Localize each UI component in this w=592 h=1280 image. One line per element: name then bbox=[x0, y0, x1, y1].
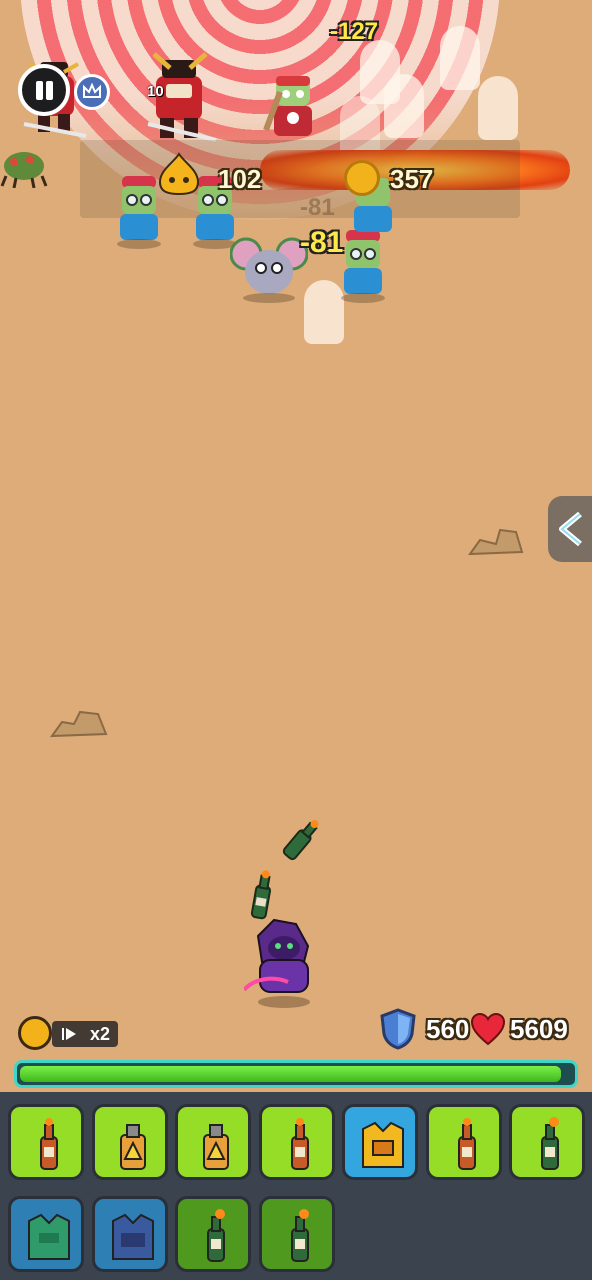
green-fire-bottle-icon bbox=[290, 1209, 309, 1262]
inventory-slot[interactable] bbox=[175, 1196, 251, 1272]
hazard-canister-icon bbox=[203, 1124, 229, 1170]
inventory-slot[interactable] bbox=[8, 1104, 84, 1180]
slime-count: 102 bbox=[218, 164, 262, 194]
molotov-bottle-icon bbox=[40, 1118, 58, 1170]
hazard-canister-icon bbox=[119, 1124, 146, 1170]
health-value: 5609 bbox=[510, 1014, 568, 1044]
spider-enemy bbox=[0, 152, 48, 188]
shield-icon bbox=[380, 1008, 416, 1050]
shield-value: 560 bbox=[426, 1014, 470, 1044]
ghost-enemy bbox=[440, 26, 480, 90]
timer-icon bbox=[18, 1016, 52, 1050]
inventory-panel bbox=[0, 1092, 592, 1280]
slime-icon bbox=[158, 152, 200, 196]
ghost-enemy bbox=[478, 76, 518, 140]
damage-number: -81 bbox=[300, 194, 335, 221]
green-armor-vest-icon bbox=[28, 1213, 70, 1260]
crown-coin-icon bbox=[344, 160, 380, 196]
crown-icon[interactable] bbox=[74, 74, 110, 110]
rock bbox=[50, 710, 108, 738]
speed-label: x2 bbox=[90, 1024, 111, 1044]
ghost-enemy bbox=[384, 74, 424, 138]
inventory-slot[interactable] bbox=[91, 1104, 168, 1180]
green-fire-bottle-icon bbox=[541, 1117, 559, 1170]
green-fire-bottle-icon bbox=[207, 1209, 225, 1262]
zombie-enemy bbox=[263, 76, 312, 136]
game-screen: 10 102 357 -127 -81 -81 x2 560 5609 bbox=[0, 0, 592, 1280]
player-character bbox=[244, 918, 310, 1008]
health-bar-fill bbox=[20, 1066, 561, 1082]
inventory-slot[interactable] bbox=[425, 1104, 502, 1180]
inventory-slot[interactable] bbox=[342, 1104, 418, 1180]
molotov-bottle-icon bbox=[290, 1118, 309, 1170]
inventory-slot[interactable] bbox=[509, 1104, 585, 1180]
fast-forward-icon bbox=[62, 1028, 76, 1040]
wave-number: 10 bbox=[147, 83, 164, 100]
speed-toggle-button[interactable]: x2 bbox=[52, 1021, 118, 1047]
inventory-slot[interactable] bbox=[8, 1196, 84, 1272]
pause-button[interactable] bbox=[18, 64, 70, 116]
molotov-bottle-icon bbox=[457, 1118, 476, 1170]
heart-icon bbox=[470, 1012, 506, 1046]
inventory-slot[interactable] bbox=[175, 1104, 251, 1180]
side-panel-toggle[interactable] bbox=[548, 496, 592, 562]
inventory-slot[interactable] bbox=[258, 1104, 335, 1180]
blue-armor-vest-icon bbox=[111, 1213, 154, 1260]
chevron-left-icon bbox=[559, 511, 582, 547]
inventory-slot[interactable] bbox=[258, 1196, 335, 1272]
damage-number: -81 bbox=[300, 226, 344, 259]
coin-count: 357 bbox=[390, 164, 434, 194]
health-bar bbox=[14, 1060, 578, 1088]
inventory-slot[interactable] bbox=[91, 1196, 168, 1272]
battle-arena[interactable]: 10 102 357 -127 -81 -81 x2 560 5609 bbox=[0, 0, 592, 1090]
mouse-enemy bbox=[230, 237, 308, 303]
rock bbox=[468, 528, 524, 556]
gold-armor-vest-icon bbox=[362, 1121, 404, 1168]
molotov-projectile bbox=[282, 820, 319, 861]
damage-number: -127 bbox=[330, 18, 379, 45]
